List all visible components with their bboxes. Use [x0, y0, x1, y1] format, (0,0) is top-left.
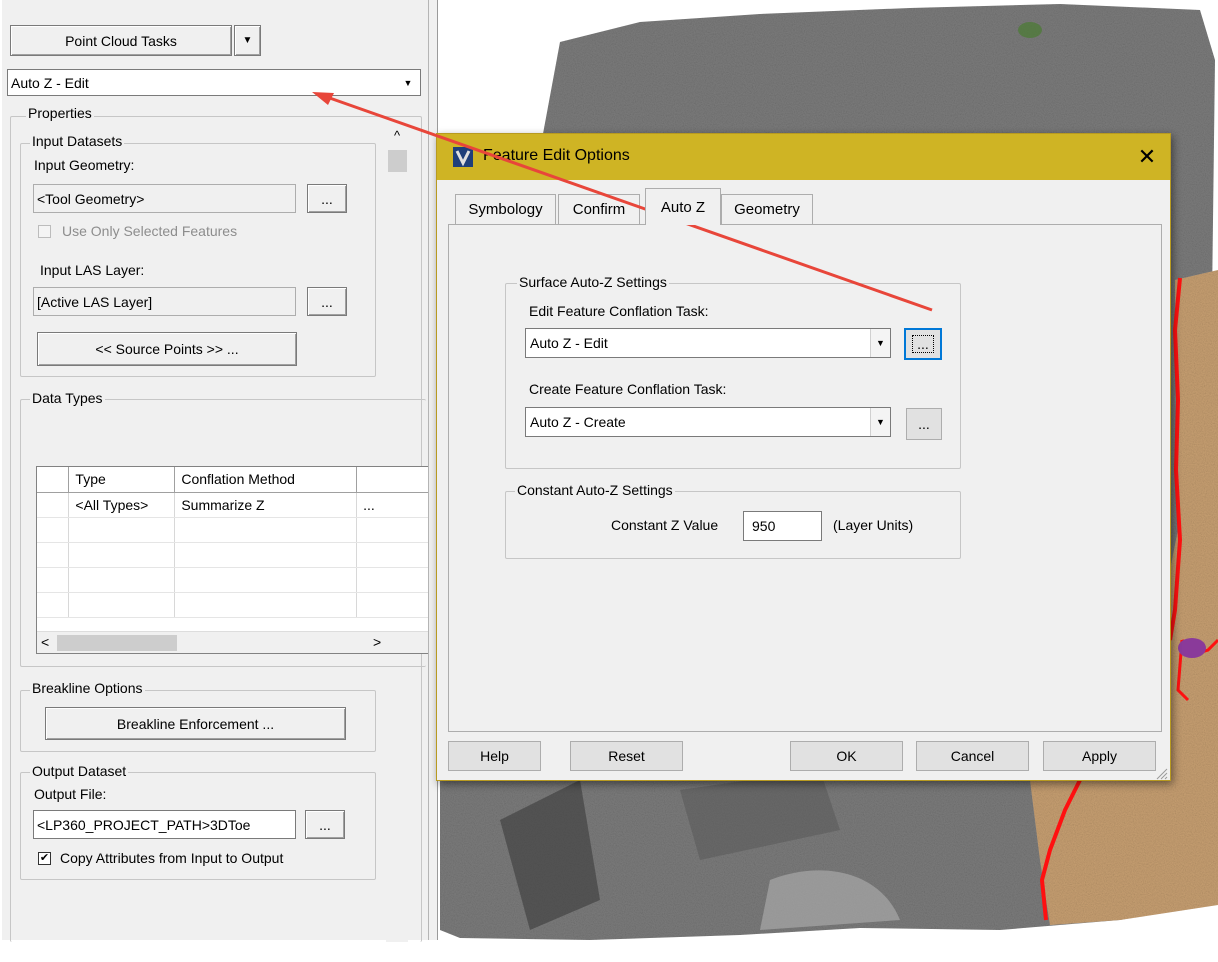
- chevron-down-icon[interactable]: ▼: [870, 408, 890, 436]
- point-cloud-tasks-label: Point Cloud Tasks: [65, 32, 177, 49]
- conflation-method-cell[interactable]: Summarize Z: [174, 492, 358, 518]
- cancel-label: Cancel: [950, 748, 995, 764]
- table-row: [37, 592, 429, 618]
- apply-label: Apply: [1081, 748, 1118, 764]
- row-header: [37, 492, 70, 518]
- data-types-label: Data Types: [30, 390, 105, 406]
- browse-label: ...: [319, 816, 331, 833]
- resize-grip-icon[interactable]: [1154, 766, 1168, 780]
- browse-label: ...: [321, 293, 333, 310]
- feature-edit-options-dialog: Feature Edit Options ✕ Symbology Confirm…: [436, 133, 1171, 781]
- edit-conflation-task-select[interactable]: Auto Z - Edit ▼: [525, 328, 891, 358]
- output-file-label: Output File:: [34, 786, 107, 802]
- input-las-browse-button[interactable]: ...: [307, 287, 347, 316]
- close-icon[interactable]: ✕: [1132, 143, 1162, 171]
- constant-z-value-input[interactable]: 950: [743, 511, 822, 541]
- browse-label: ...: [918, 416, 930, 432]
- dialog-titlebar[interactable]: Feature Edit Options ✕: [437, 134, 1170, 180]
- table-row: [37, 542, 429, 568]
- tab-symbology[interactable]: Symbology: [455, 194, 556, 224]
- input-las-label: Input LAS Layer:: [40, 262, 145, 278]
- ok-label: OK: [836, 748, 857, 764]
- dialog-title: Feature Edit Options: [483, 147, 630, 164]
- create-conflation-task-value: Auto Z - Create: [530, 414, 626, 430]
- reset-button[interactable]: Reset: [570, 741, 683, 771]
- chevron-down-icon: ▼: [242, 35, 253, 46]
- tab-auto-z[interactable]: Auto Z: [645, 188, 721, 225]
- create-conflation-task-label: Create Feature Conflation Task:: [529, 381, 727, 397]
- output-file-value: <LP360_PROJECT_PATH>3DToe: [37, 816, 251, 833]
- task-select-value: Auto Z - Edit: [11, 74, 89, 91]
- input-las-field[interactable]: [Active LAS Layer]: [33, 287, 296, 316]
- tab-label: Geometry: [734, 201, 800, 218]
- data-types-grid[interactable]: Type Conflation Method <All Types> Summa…: [36, 466, 430, 654]
- constant-z-value-label: Constant Z Value: [611, 517, 719, 533]
- apply-button[interactable]: Apply: [1043, 741, 1156, 771]
- constant-z-value: 950: [752, 518, 776, 534]
- input-datasets-label: Input Datasets: [30, 133, 125, 149]
- input-geometry-value: <Tool Geometry>: [37, 190, 145, 207]
- tab-label: Auto Z: [660, 198, 706, 216]
- help-label: Help: [480, 748, 509, 764]
- tab-label: Confirm: [572, 201, 626, 218]
- input-geometry-label: Input Geometry:: [34, 157, 135, 173]
- breakline-enforcement-button[interactable]: Breakline Enforcement ...: [45, 707, 346, 740]
- ok-button[interactable]: OK: [790, 741, 903, 771]
- horizontal-scrollbar[interactable]: < >: [37, 631, 429, 653]
- source-points-button[interactable]: << Source Points >> ...: [37, 332, 297, 366]
- browse-label: ...: [321, 190, 333, 207]
- scroll-right-arrow[interactable]: >: [373, 634, 381, 650]
- type-cell[interactable]: <All Types>: [68, 492, 176, 518]
- column-header-conflation-method[interactable]: Conflation Method: [174, 467, 358, 493]
- copy-attributes-checkbox[interactable]: ✔: [38, 852, 51, 865]
- create-conflation-task-select[interactable]: Auto Z - Create ▼: [525, 407, 891, 437]
- output-file-field[interactable]: <LP360_PROJECT_PATH>3DToe: [33, 810, 296, 839]
- edit-conflation-browse-button[interactable]: ...: [904, 328, 942, 360]
- tasks-dropdown-button[interactable]: ▼: [234, 25, 261, 56]
- table-row: [37, 517, 429, 543]
- column-header-extra: [356, 467, 429, 493]
- table-row: [37, 567, 429, 593]
- input-geometry-browse-button[interactable]: ...: [307, 184, 347, 213]
- scroll-left-arrow[interactable]: <: [41, 634, 49, 650]
- input-las-value: [Active LAS Layer]: [37, 293, 153, 310]
- more-cell[interactable]: ...: [356, 492, 429, 518]
- column-header-type[interactable]: Type: [68, 467, 176, 493]
- edit-conflation-task-label: Edit Feature Conflation Task:: [529, 303, 709, 319]
- tab-label: Symbology: [468, 201, 543, 218]
- task-select[interactable]: Auto Z - Edit: [7, 69, 421, 96]
- layer-units-label: (Layer Units): [833, 517, 914, 533]
- tab-confirm[interactable]: Confirm: [558, 194, 640, 224]
- constant-auto-z-label: Constant Auto-Z Settings: [515, 482, 675, 498]
- scroll-up-arrow[interactable]: ^: [386, 128, 408, 148]
- copy-attributes-label: Copy Attributes from Input to Output: [60, 850, 284, 866]
- grid-corner: [37, 467, 70, 493]
- chevron-down-icon[interactable]: ▼: [399, 72, 417, 93]
- output-dataset-label: Output Dataset: [30, 763, 129, 779]
- create-conflation-browse-button[interactable]: ...: [906, 408, 942, 440]
- point-cloud-tasks-panel: Point Cloud Tasks ▼ Auto Z - Edit ▼ Prop…: [2, 0, 438, 942]
- reset-label: Reset: [608, 748, 645, 764]
- use-selected-label: Use Only Selected Features: [62, 223, 238, 239]
- properties-label: Properties: [26, 105, 94, 121]
- tab-geometry[interactable]: Geometry: [721, 194, 813, 224]
- table-row[interactable]: <All Types> Summarize Z ...: [37, 492, 429, 518]
- app-logo-icon: [453, 147, 473, 167]
- breakline-enforcement-label: Breakline Enforcement ...: [116, 715, 275, 732]
- use-selected-checkbox[interactable]: [38, 225, 51, 238]
- cancel-button[interactable]: Cancel: [916, 741, 1029, 771]
- edit-conflation-task-value: Auto Z - Edit: [530, 335, 608, 351]
- chevron-down-icon[interactable]: ▼: [870, 329, 890, 357]
- source-points-label: << Source Points >> ...: [95, 341, 239, 357]
- browse-label: ...: [912, 335, 934, 353]
- help-button[interactable]: Help: [448, 741, 541, 771]
- input-geometry-field[interactable]: <Tool Geometry>: [33, 184, 296, 213]
- output-file-browse-button[interactable]: ...: [305, 810, 345, 839]
- breakline-options-label: Breakline Options: [30, 680, 145, 696]
- scroll-thumb[interactable]: [388, 150, 407, 172]
- surface-auto-z-label: Surface Auto-Z Settings: [517, 274, 669, 290]
- horizontal-scroll-thumb[interactable]: [57, 635, 177, 651]
- point-cloud-tasks-button[interactable]: Point Cloud Tasks: [10, 25, 232, 56]
- auto-z-tab-page: Surface Auto-Z Settings Edit Feature Con…: [448, 224, 1162, 732]
